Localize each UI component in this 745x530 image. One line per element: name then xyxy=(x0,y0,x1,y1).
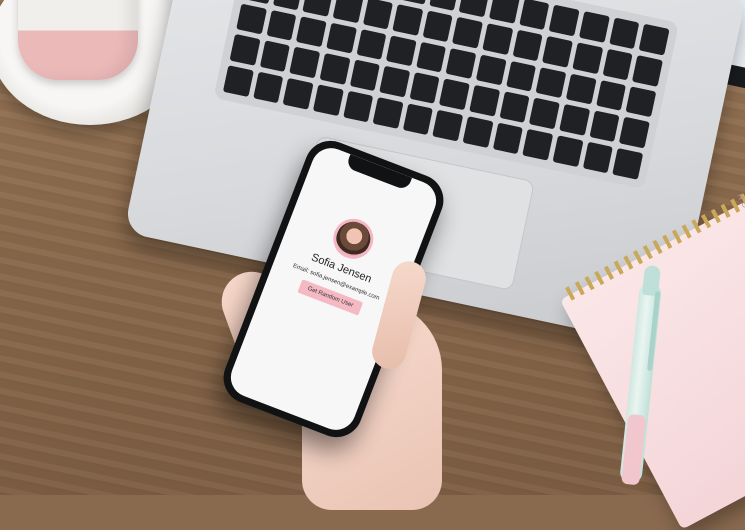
user-avatar xyxy=(327,212,379,265)
smartphone: Sofia Jensen Email: sofia.jensen@example… xyxy=(216,133,451,445)
keyboard-key xyxy=(589,110,620,143)
keyboard-key xyxy=(582,141,614,174)
keyboard-key xyxy=(242,0,274,4)
keyboard-key xyxy=(512,29,544,61)
keyboard-key xyxy=(602,48,634,81)
keyboard-key xyxy=(342,90,374,123)
keyboard-key xyxy=(619,117,650,149)
keyboard-key xyxy=(505,60,537,93)
keyboard-key xyxy=(595,79,627,112)
photo-scene: NOTEBOOK Sofia Jensen Email: sofia.jense… xyxy=(0,0,745,530)
keyboard-key xyxy=(552,135,584,168)
keyboard-key xyxy=(542,35,574,68)
keyboard-key xyxy=(266,9,297,42)
keyboard-key xyxy=(499,91,530,124)
keyboard-key xyxy=(432,110,464,142)
keyboard-key xyxy=(326,22,357,54)
phone-screen: Sofia Jensen Email: sofia.jensen@example… xyxy=(225,142,442,436)
keyboard-key xyxy=(355,28,387,61)
keyboard-key xyxy=(312,84,344,117)
user-card: Sofia Jensen Email: sofia.jensen@example… xyxy=(267,196,422,327)
keyboard-key xyxy=(379,66,410,98)
keyboard-key xyxy=(492,122,524,155)
keyboard-key xyxy=(385,35,417,67)
keyboard-key xyxy=(296,15,327,48)
keyboard-key xyxy=(372,97,404,129)
coffee-cup xyxy=(18,0,138,80)
get-random-user-button[interactable]: Get Random User xyxy=(297,279,363,316)
keyboard-key xyxy=(409,72,440,105)
keyboard-key xyxy=(482,23,514,55)
keyboard-key xyxy=(632,54,663,87)
keyboard-key xyxy=(252,71,284,104)
keyboard-key xyxy=(535,66,567,99)
keyboard-key xyxy=(222,65,254,97)
keyboard-key xyxy=(319,53,351,85)
keyboard-key xyxy=(522,129,554,161)
keyboard-key xyxy=(229,34,261,66)
keyboard-key xyxy=(462,116,494,148)
keyboard-key xyxy=(429,0,460,11)
keyboard-key xyxy=(612,148,644,180)
keyboard-key xyxy=(272,0,304,11)
keyboard-key xyxy=(459,0,490,18)
keyboard-key xyxy=(469,85,500,117)
keyboard-key xyxy=(289,47,321,79)
keyboard-key xyxy=(572,42,604,74)
keyboard-key xyxy=(559,104,590,136)
keyboard-key xyxy=(282,78,314,110)
keyboard-key xyxy=(439,78,470,111)
keyboard-key xyxy=(549,4,580,37)
keyboard-key xyxy=(402,103,434,136)
keyboard-key xyxy=(475,54,507,86)
keyboard-key xyxy=(638,23,670,56)
keyboard-key xyxy=(452,16,484,49)
keyboard-key xyxy=(415,41,447,73)
keyboard-key xyxy=(399,0,430,5)
keyboard-key xyxy=(332,0,364,23)
keyboard-key xyxy=(445,47,477,80)
keyboard-key xyxy=(259,40,291,73)
phone-wrap: Sofia Jensen Email: sofia.jensen@example… xyxy=(213,133,453,445)
keyboard-key xyxy=(529,98,560,130)
keyboard-key xyxy=(625,86,657,118)
keyboard-key xyxy=(489,0,520,24)
phone-notch xyxy=(344,153,412,191)
keyboard-key xyxy=(608,17,640,49)
keyboard-key xyxy=(236,3,267,35)
keyboard-key xyxy=(362,0,394,30)
keyboard-key xyxy=(519,0,550,30)
keyboard-key xyxy=(302,0,334,17)
keyboard-key xyxy=(349,59,381,92)
keyboard-key xyxy=(565,73,597,105)
keyboard-key xyxy=(579,11,610,43)
keyboard-key xyxy=(392,3,424,36)
keyboard-key xyxy=(422,10,454,42)
